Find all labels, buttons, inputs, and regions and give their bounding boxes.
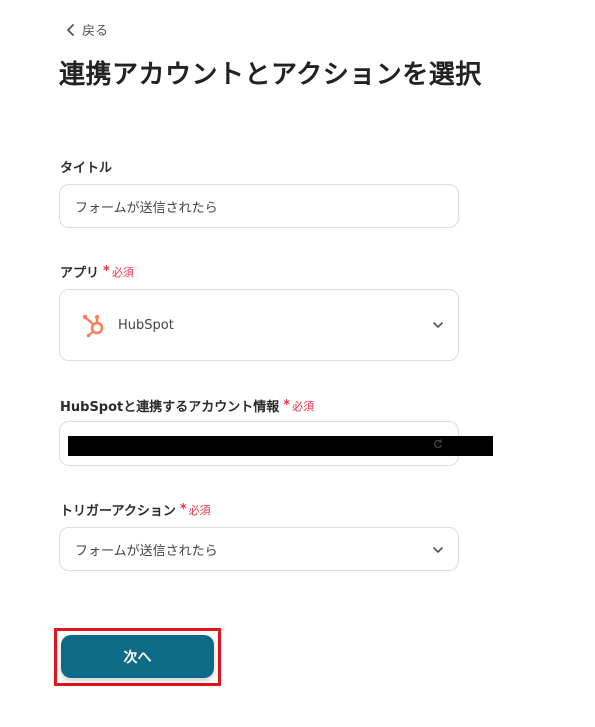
back-link[interactable]: 戻る — [66, 20, 108, 39]
app-label-text: アプリ — [60, 266, 100, 281]
chevron-down-icon — [433, 322, 443, 328]
account-select[interactable] — [59, 421, 493, 466]
required-badge: * 必須 — [180, 502, 211, 518]
redacted-account-value — [68, 436, 493, 456]
app-field-label: アプリ * 必須 — [60, 262, 134, 281]
hubspot-icon — [82, 314, 104, 338]
page-title: 連携アカウントとアクションを選択 — [59, 60, 482, 90]
required-badge: * 必須 — [283, 398, 314, 414]
title-field-label: タイトル — [60, 157, 112, 176]
trigger-select-value: フォームが送信されたら — [75, 543, 218, 559]
account-field-label: HubSpotと連携するアカウント情報 * 必須 — [60, 396, 314, 415]
account-label-text: HubSpotと連携するアカウント情報 — [60, 400, 280, 415]
trigger-action-select[interactable]: フォームが送信されたら — [59, 527, 459, 571]
required-asterisk: * — [283, 398, 291, 413]
next-button-label: 次へ — [123, 649, 152, 666]
refresh-icon[interactable] — [433, 439, 443, 449]
required-badge: * 必須 — [103, 264, 134, 280]
required-asterisk: * — [179, 502, 187, 517]
next-button[interactable]: 次へ — [61, 635, 214, 678]
back-label: 戻る — [82, 24, 109, 39]
title-input[interactable]: フォームが送信されたら — [59, 184, 459, 228]
page: 戻る 連携アカウントとアクションを選択 タイトル フォームが送信されたら アプリ… — [0, 0, 595, 727]
required-text: 必須 — [111, 265, 134, 279]
title-input-value: フォームが送信されたら — [75, 200, 218, 216]
trigger-label-text: トリガーアクション — [60, 504, 176, 519]
app-select-value: HubSpot — [118, 317, 174, 333]
required-asterisk: * — [103, 264, 110, 279]
app-select[interactable]: HubSpot — [59, 289, 459, 361]
required-text: 必須 — [292, 399, 315, 413]
trigger-field-label: トリガーアクション * 必須 — [60, 500, 211, 519]
required-text: 必須 — [188, 503, 211, 517]
next-button-highlight: 次へ — [54, 628, 221, 686]
chevron-left-icon — [67, 23, 74, 36]
chevron-down-icon — [433, 547, 443, 553]
title-label-text: タイトル — [60, 161, 113, 176]
